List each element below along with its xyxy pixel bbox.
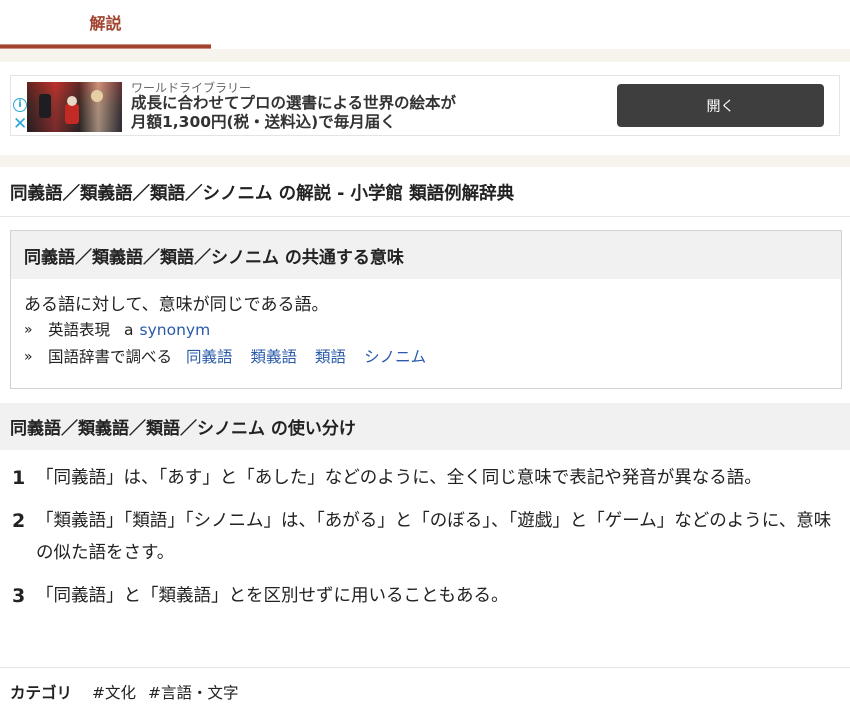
lookup-link-doogigo[interactable]: 同義語	[186, 344, 233, 371]
usage-number: 3	[12, 585, 26, 607]
category-tag-language[interactable]: #言語・文字	[148, 681, 239, 703]
tab-label: 解説	[89, 14, 122, 33]
divider	[0, 667, 850, 668]
ad-open-button[interactable]: 開く	[617, 84, 824, 127]
close-icon[interactable]: ✕	[13, 116, 27, 133]
dictionary-lookup-label: 国語辞書で調べる	[48, 348, 173, 366]
ad-headline-line1: 成長に合わせてプロの選書による世界の絵本が	[131, 94, 457, 112]
usage-text: 「同義語」は、「あす」と「あした」などのように、全く同じ意味で表記や発音が異なる…	[36, 468, 762, 488]
separator-band	[0, 155, 850, 167]
separator-band	[0, 49, 850, 62]
category-row: カテゴリ #文化 #言語・文字	[10, 681, 251, 703]
usage-item: 1 「同義語」は、「あす」と「あした」などのように、全く同じ意味で表記や発音が異…	[12, 462, 842, 494]
lookup-link-ruigigo[interactable]: 類義語	[251, 344, 298, 371]
category-label: カテゴリ	[10, 684, 73, 702]
usage-text: 「同義語」と「類義語」とを区別せずに用いることもある。	[36, 586, 509, 606]
usage-item: 2 「類義語」「類語」「シノニム」は、「あがる」と「のぼる」、「遊戯」と「ゲーム…	[12, 505, 842, 569]
lookup-link-ruigo[interactable]: 類語	[315, 344, 346, 371]
ad-image-figure	[67, 96, 77, 106]
bullet-icon: »	[24, 322, 33, 338]
ad-image-figure	[91, 90, 103, 102]
english-article: a	[124, 321, 134, 339]
category-tag-culture[interactable]: #文化	[92, 681, 136, 703]
definition-text: ある語に対して、意味が同じである語。	[24, 295, 329, 315]
ad-image-figure	[65, 104, 79, 124]
common-meaning-box: 同義語／類義語／類語／シノニム の共通する意味 ある語に対して、意味が同じである…	[10, 230, 842, 389]
usage-item: 3 「同義語」と「類義語」とを区別せずに用いることもある。	[12, 580, 842, 612]
tab-bar: 解説	[0, 0, 850, 52]
usage-number: 2	[12, 510, 26, 532]
usage-text: 「類義語」「類語」「シノニム」は、「あがる」と「のぼる」、「遊戯」と「ゲーム」な…	[36, 511, 832, 563]
bullet-icon: »	[24, 349, 33, 365]
english-word-link[interactable]: synonym	[140, 317, 211, 344]
ad-headline-line2: 月額1,300円(税・送料込)で毎月届く	[131, 113, 396, 131]
lookup-link-synonym[interactable]: シノニム	[364, 344, 426, 371]
ad-image-figure	[39, 94, 51, 118]
page-title: 同義語／類義語／類語／シノニム の解説 - 小学館 類語例解辞典	[10, 184, 515, 204]
ad-banner[interactable]: i ✕ ワールドライブラリー 成長に合わせてプロの選書による世界の絵本が 月額1…	[10, 75, 840, 136]
usage-heading: 同義語／類義語／類語／シノニム の使い分け	[0, 403, 850, 450]
common-meaning-heading: 同義語／類義語／類語／シノニム の共通する意味	[11, 231, 841, 279]
tab-explanation[interactable]: 解説	[0, 0, 211, 50]
english-expression-label: 英語表現	[48, 321, 111, 339]
english-expression-row: » 英語表現 a synonym	[24, 317, 828, 344]
info-icon[interactable]: i	[13, 98, 27, 112]
divider	[0, 216, 850, 217]
usage-number: 1	[12, 467, 26, 489]
usage-list: 1 「同義語」は、「あす」と「あした」などのように、全く同じ意味で表記や発音が異…	[12, 462, 842, 623]
ad-image[interactable]	[27, 82, 122, 132]
dictionary-lookup-row: » 国語辞書で調べる 同義語 類義語 類語 シノニム	[24, 344, 828, 371]
ad-headline[interactable]: 成長に合わせてプロの選書による世界の絵本が 月額1,300円(税・送料込)で毎月…	[131, 94, 456, 132]
